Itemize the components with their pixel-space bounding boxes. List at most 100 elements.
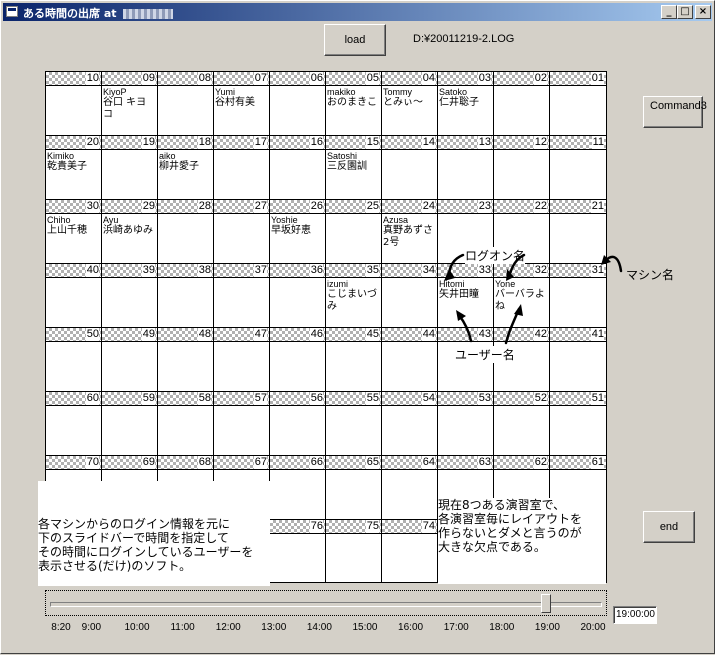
login-name: Yoshie (271, 215, 298, 225)
slider-tick-label: 18:00 (489, 622, 515, 633)
seat-cell: 33 Hitomi 矢井田瞳 (438, 264, 494, 328)
seat-cell: 36 (270, 264, 326, 328)
machine-number: 10 (85, 72, 99, 85)
machine-number: 68 (197, 456, 211, 469)
machine-number: 28 (197, 200, 211, 213)
machine-number: 63 (477, 456, 491, 469)
login-name: Yone (495, 279, 516, 289)
machine-number: 75 (365, 520, 379, 533)
seat-cell: 05 makiko おのまきこ (326, 72, 382, 136)
machine-number: 70 (85, 456, 99, 469)
login-name: aiko (159, 151, 176, 161)
slider-track[interactable] (50, 602, 602, 607)
seat-cell: 14 (382, 136, 438, 200)
arrow-to-machine (603, 255, 623, 273)
machine-number: 18 (197, 136, 211, 149)
seat-cell: 40 (46, 264, 102, 328)
seat-cell: 51 (550, 392, 606, 456)
seat-cell: 48 (158, 328, 214, 392)
user-name: こじまいづみ (327, 289, 377, 312)
slider-tick-label: 14:00 (306, 622, 332, 633)
window-title-text: ある時間の出席 at (23, 7, 117, 20)
user-name: 浜崎あゆみ (103, 225, 153, 236)
machine-number: 33 (477, 264, 491, 277)
maximize-button[interactable]: □ (677, 5, 693, 19)
login-name: izumi (327, 279, 349, 289)
machine-number: 47 (253, 328, 267, 341)
machine-number: 60 (85, 392, 99, 405)
time-slider[interactable] (45, 590, 607, 616)
seat-cell: 37 (214, 264, 270, 328)
machine-number: 16 (309, 136, 323, 149)
end-button[interactable]: end (643, 511, 695, 543)
machine-number: 06 (309, 72, 323, 85)
machine-number: 07 (253, 72, 267, 85)
machine-number: 49 (141, 328, 155, 341)
machine-number: 74 (421, 520, 435, 533)
machine-number: 35 (365, 264, 379, 277)
machine-number: 65 (365, 456, 379, 469)
login-name: Tommy (383, 87, 412, 97)
redacted-host (122, 9, 173, 19)
current-time-field[interactable]: 19:00:00 (613, 606, 657, 624)
command3-button[interactable]: Command3 (643, 96, 707, 128)
user-name: おのまきこ (327, 97, 377, 108)
slider-thumb[interactable] (541, 594, 552, 613)
seat-cell: 12 (494, 136, 550, 200)
machine-number: 01 (590, 72, 604, 85)
machine-number: 29 (141, 200, 155, 213)
seat-cell: 04 Tommy とみぃ〜 (382, 72, 438, 136)
machine-number: 03 (477, 72, 491, 85)
user-name: 真野あずさ2号 (383, 225, 433, 248)
machine-number: 38 (197, 264, 211, 277)
login-name: Azusa (383, 215, 409, 225)
seat-cell: 27 (214, 200, 270, 264)
seat-cell: 30 Chiho 上山千穂 (46, 200, 102, 264)
user-name: 三反園訓 (327, 161, 367, 172)
machine-number: 15 (365, 136, 379, 149)
seat-cell: 20 Kimiko 乾貴美子 (46, 136, 102, 200)
machine-number: 46 (309, 328, 323, 341)
slider-tick-label: 17:00 (443, 622, 469, 633)
machine-number: 50 (85, 328, 99, 341)
slider-tick-label: 8:20 (51, 622, 71, 633)
machine-number: 51 (590, 392, 604, 405)
login-name: KiyoP (103, 87, 127, 97)
seat-cell: 16 (270, 136, 326, 200)
machine-number: 56 (309, 392, 323, 405)
machine-number: 69 (141, 456, 155, 469)
seat-cell: 56 (270, 392, 326, 456)
window-title: ある時間の出席 at (23, 5, 173, 21)
machine-number: 55 (365, 392, 379, 405)
machine-number: 12 (533, 136, 547, 149)
machine-number: 17 (253, 136, 267, 149)
app-icon[interactable] (6, 6, 18, 17)
machine-number: 14 (421, 136, 435, 149)
close-button[interactable]: × (695, 5, 711, 19)
machine-number: 27 (253, 200, 267, 213)
seat-cell: 41 (550, 328, 606, 392)
machine-number: 30 (85, 200, 99, 213)
seat-cell: 57 (214, 392, 270, 456)
seat-cell: 49 (102, 328, 158, 392)
machine-number: 21 (590, 200, 604, 213)
machine-number: 20 (85, 136, 99, 149)
user-name: 乾貴美子 (47, 161, 87, 172)
machine-number: 61 (590, 456, 604, 469)
login-name: Hitomi (439, 279, 465, 289)
machine-number: 48 (197, 328, 211, 341)
annotation-machine-name: マシン名 (626, 268, 675, 282)
load-button[interactable]: load (324, 24, 386, 56)
machine-number: 76 (309, 520, 323, 533)
machine-number: 57 (253, 392, 267, 405)
machine-number: 43 (477, 328, 491, 341)
seat-cell: 44 (382, 328, 438, 392)
machine-number: 19 (141, 136, 155, 149)
login-name: Chiho (47, 215, 71, 225)
minimize-button[interactable]: _ (661, 5, 677, 19)
seat-cell: 74 (382, 520, 438, 582)
machine-number: 25 (365, 200, 379, 213)
seat-cell: 64 (382, 456, 438, 520)
seat-cell: 31 (550, 264, 606, 328)
seat-cell: 18 aiko 柳井愛子 (158, 136, 214, 200)
